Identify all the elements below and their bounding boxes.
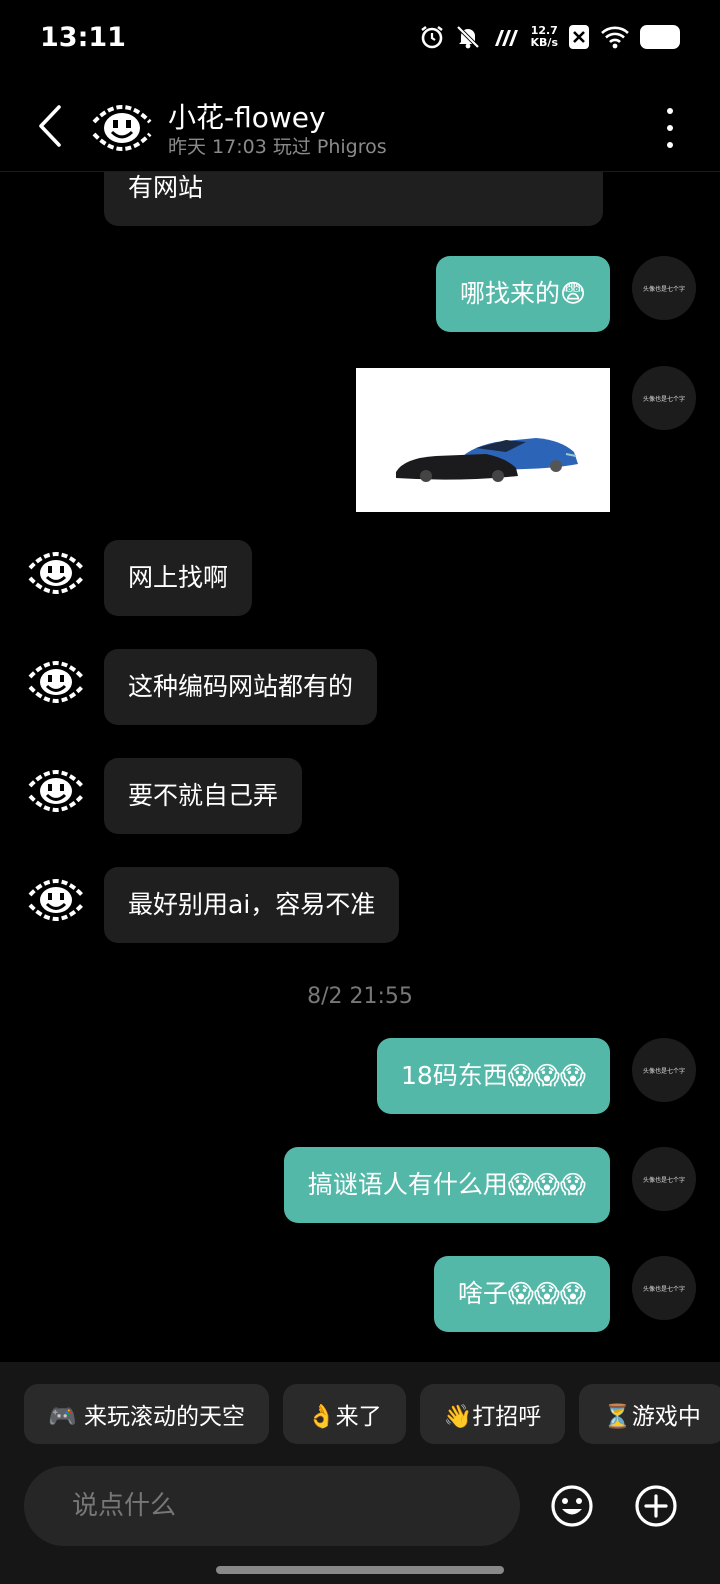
image-message[interactable] [356,368,610,512]
composer [24,1466,696,1546]
contact-avatar[interactable] [24,758,88,822]
status-icons: 12.7 KB/s [419,24,680,50]
message-text: 有网站 [128,173,204,202]
status-bar: 13:11 12.7 KB/s [0,0,720,80]
self-avatar-text: 头像也是七个字 [642,1285,685,1293]
self-avatar-text: 头像也是七个字 [642,395,685,403]
chat-header: 小花-flowey 昨天 17:03 玩过 Phigros [0,80,720,172]
emoji-icon[interactable] [550,1484,594,1528]
contact-avatar[interactable] [24,540,88,604]
message-bubble-outgoing[interactable]: 哪找来的😨 [435,256,610,332]
status-time: 13:11 [40,22,126,53]
alarm-icon [420,26,443,49]
self-avatar[interactable]: 头像也是七个字 [632,1256,696,1320]
message-text: 搞谜语人有什么用😱😱😱 [307,1170,586,1199]
contact-name: 小花-flowey [168,101,326,134]
message-text: 18码东西😱😱😱 [401,1061,586,1090]
more-dot-icon [667,142,673,148]
message-bubble-incoming[interactable]: 最好别用ai，容易不准 [104,867,400,943]
self-avatar[interactable]: 头像也是七个字 [632,366,696,430]
quick-reply-chip[interactable]: 👌来了 [282,1384,406,1444]
contact-avatar[interactable] [24,649,88,713]
quick-reply-chip[interactable]: 👋打招呼 [419,1384,566,1444]
message-input[interactable] [24,1466,520,1546]
more-options-button[interactable] [660,108,680,148]
net-speed: 12.7 KB/s [531,25,558,49]
message-text: 网上找啊 [128,563,229,592]
message-bubble-incoming[interactable]: 要不就自己弄 [104,758,303,834]
wifi-icon [601,26,629,49]
message-list[interactable]: 有网站 哪找来的😨 头像也是七个字 头像也是七个字 网上找啊 这种编码网站都有的… [0,172,720,1362]
quick-reply-chip[interactable]: 🎮 来玩滚动的天空 [24,1384,269,1444]
message-text: 哪找来的😨 [459,279,586,308]
chevron-left-icon [39,105,61,147]
message-bubble-incoming[interactable]: 网上找啊 [104,540,253,616]
self-avatar-text: 头像也是七个字 [642,285,685,293]
time-divider: 8/2 21:55 [307,984,413,1009]
sports-car-image [356,368,610,512]
self-avatar[interactable]: 头像也是七个字 [632,1147,696,1211]
message-bubble-incoming[interactable]: 这种编码网站都有的 [104,649,378,725]
message-bubble-incoming[interactable]: 有网站 [104,172,604,226]
contact-avatar[interactable] [86,90,158,162]
quick-reply-row[interactable]: 🎮 来玩滚动的天空 👌来了 👋打招呼 ⏳游戏中 [24,1384,720,1444]
net-speed-unit: KB/s [530,36,558,49]
add-icon[interactable] [634,1484,678,1528]
signal-icon [494,30,518,46]
quick-reply-chip[interactable]: ⏳游戏中 [579,1384,720,1444]
message-bubble-outgoing[interactable]: 18码东西😱😱😱 [377,1038,610,1114]
self-avatar-text: 头像也是七个字 [642,1067,685,1075]
contact-status: 昨天 17:03 玩过 Phigros [168,136,387,158]
self-avatar-text: 头像也是七个字 [642,1176,685,1184]
bottom-bar: 🎮 来玩滚动的天空 👌来了 👋打招呼 ⏳游戏中 [0,1362,720,1584]
mute-icon [456,25,479,49]
message-text: 这种编码网站都有的 [128,672,354,701]
battery-icon [640,25,680,49]
home-indicator[interactable] [216,1566,504,1574]
message-bubble-outgoing[interactable]: 搞谜语人有什么用😱😱😱 [283,1147,610,1223]
no-sim-icon [569,25,589,49]
more-dot-icon [667,108,673,114]
back-button[interactable] [30,102,70,150]
self-avatar[interactable]: 头像也是七个字 [632,256,696,320]
self-avatar[interactable]: 头像也是七个字 [632,1038,696,1102]
more-dot-icon [667,125,673,131]
message-text: 啥子😱😱😱 [457,1279,586,1308]
message-text: 最好别用ai，容易不准 [128,890,376,919]
message-bubble-outgoing[interactable]: 啥子😱😱😱 [433,1256,610,1332]
contact-avatar[interactable] [24,867,88,931]
message-text: 要不就自己弄 [128,781,279,810]
